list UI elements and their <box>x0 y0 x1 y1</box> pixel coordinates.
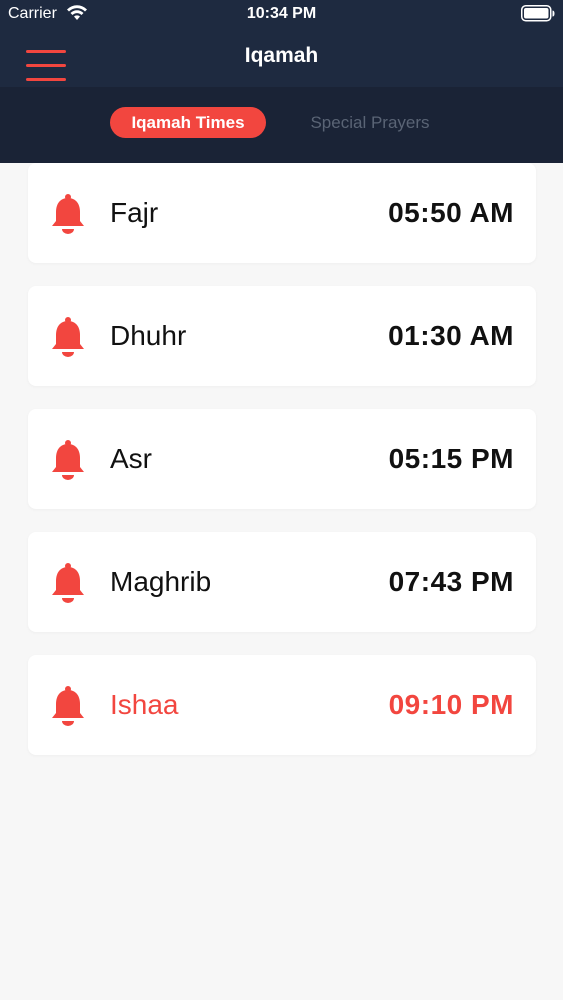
nav-bar: Iqamah <box>0 30 563 87</box>
battery-icon <box>521 5 555 22</box>
prayer-row-ishaa[interactable]: Ishaa 09:10 PM <box>28 655 536 755</box>
prayer-name: Maghrib <box>110 566 212 597</box>
tab-special-prayers[interactable]: Special Prayers <box>290 107 450 138</box>
prayer-name: Fajr <box>110 197 159 228</box>
prayer-time: 05:50 AM <box>388 197 514 228</box>
prayer-name: Asr <box>110 443 152 474</box>
prayer-time: 07:43 PM <box>388 566 514 597</box>
status-time: 10:34 PM <box>246 5 317 22</box>
bell-icon[interactable] <box>50 562 86 604</box>
prayer-row-asr[interactable]: Asr 05:15 PM <box>28 409 536 509</box>
bell-icon[interactable] <box>50 685 86 727</box>
bell-icon[interactable] <box>50 316 86 358</box>
prayer-row-maghrib[interactable]: Maghrib 07:43 PM <box>28 532 536 632</box>
app-header: Carrier 10:34 PM Iqamah <box>0 0 563 87</box>
tab-iqamah-times[interactable]: Iqamah Times <box>110 107 266 138</box>
segmented-control: Iqamah Times Special Prayers <box>0 87 563 163</box>
page-title: Iqamah <box>244 44 319 67</box>
prayer-name: Dhuhr <box>110 320 187 351</box>
bell-icon[interactable] <box>50 439 86 481</box>
prayer-time: 05:15 PM <box>388 443 514 474</box>
prayer-time: 01:30 AM <box>388 320 514 351</box>
prayer-row-fajr[interactable]: Fajr 05:50 AM <box>28 163 536 263</box>
bell-icon[interactable] <box>50 193 86 235</box>
status-bar: Carrier 10:34 PM <box>0 0 563 30</box>
prayer-time: 09:10 PM <box>388 689 514 720</box>
prayer-row-dhuhr[interactable]: Dhuhr 01:30 AM <box>28 286 536 386</box>
prayer-name: Ishaa <box>110 689 179 720</box>
